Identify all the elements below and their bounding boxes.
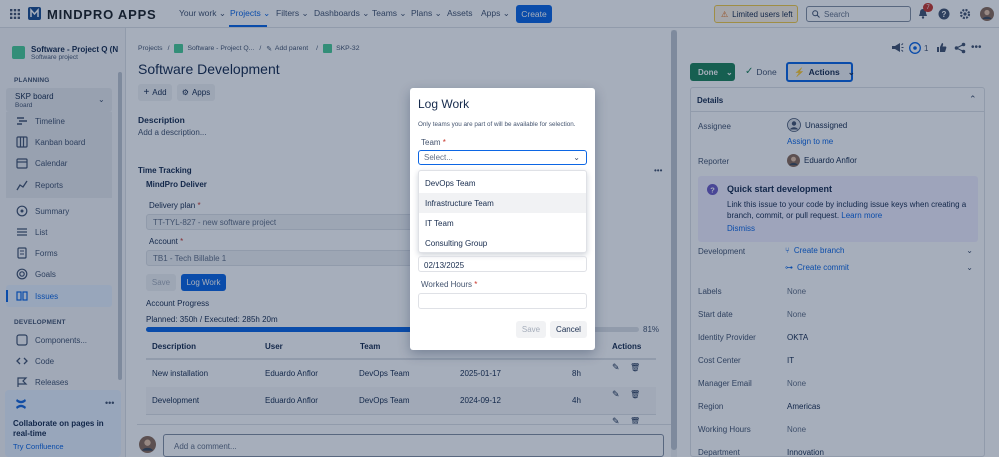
modal-title: Log Work xyxy=(418,97,470,111)
team-option[interactable]: DevOps Team xyxy=(419,173,586,193)
team-option[interactable]: Consulting Group xyxy=(419,233,586,253)
team-dropdown-menu: DevOps Team Infrastructure Team IT Team … xyxy=(418,170,587,253)
modal-cancel-button[interactable]: Cancel xyxy=(550,321,587,338)
worked-hours-input[interactable] xyxy=(418,293,587,309)
modal-note: Only teams you are part of will be avail… xyxy=(418,121,576,128)
log-work-modal: Log Work Only teams you are part of will… xyxy=(410,88,595,350)
team-label: Team * xyxy=(421,138,446,147)
team-option[interactable]: Infrastructure Team xyxy=(419,193,586,213)
team-select[interactable]: Select... ⌄ xyxy=(418,150,587,165)
worked-hours-label: Worked Hours * xyxy=(421,280,478,289)
team-option[interactable]: IT Team xyxy=(419,213,586,233)
chevron-down-icon: ⌄ xyxy=(573,153,580,162)
modal-save-button[interactable]: Save xyxy=(516,321,546,338)
date-input[interactable]: 02/13/2025 xyxy=(418,256,587,272)
